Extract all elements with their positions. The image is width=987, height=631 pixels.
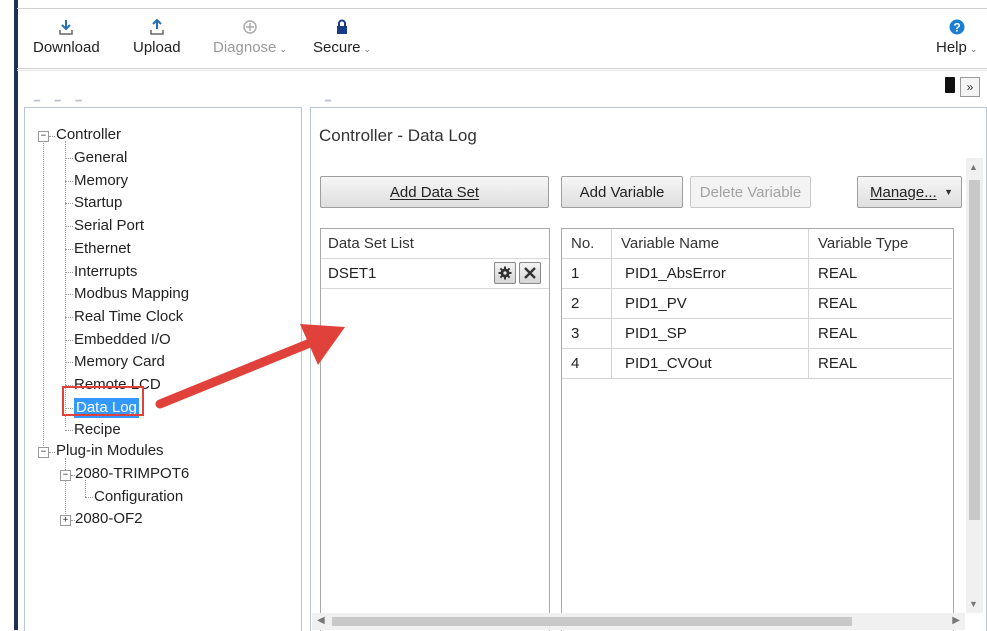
- toolbar-divider: [17, 68, 987, 69]
- horizontal-scrollbar[interactable]: ◀ ▶: [312, 613, 965, 630]
- data-set-list: Data Set List DSET1: [320, 228, 550, 631]
- help-icon: ?: [949, 18, 965, 36]
- cell-no[interactable]: 2: [562, 288, 612, 319]
- tree-node-memory[interactable]: Memory: [74, 171, 128, 191]
- add-variable-label: Add Variable: [579, 183, 665, 201]
- add-variable-button[interactable]: Add Variable: [561, 176, 683, 208]
- manage-label: Manage...: [870, 183, 937, 201]
- panel-grip-icon[interactable]: ━: [325, 96, 337, 107]
- table-row[interactable]: 3 PID1_SP REAL: [562, 318, 952, 349]
- cell-variable-name[interactable]: PID1_PV: [611, 288, 809, 319]
- add-data-set-label: Add Data Set: [389, 183, 480, 201]
- data-set-name: DSET1: [328, 265, 377, 282]
- panel-grip-icon[interactable]: ━ ━ ━: [34, 96, 88, 107]
- tree-node-modbus-mapping[interactable]: Modbus Mapping: [74, 284, 189, 304]
- upload-label: Upload: [133, 39, 181, 56]
- diagnose-label: Diagnose: [213, 39, 277, 56]
- pin-icon[interactable]: [945, 77, 955, 93]
- column-header-no[interactable]: No.: [562, 229, 612, 259]
- window-left-edge: [0, 0, 18, 630]
- tree-node-serial-port[interactable]: Serial Port: [74, 216, 144, 236]
- chevron-down-icon: ⌄: [363, 44, 372, 54]
- top-border: [17, 8, 987, 9]
- secure-menu[interactable]: Secure ⌄: [313, 18, 371, 56]
- svg-text:?: ?: [953, 21, 960, 35]
- tree-node-ethernet[interactable]: Ethernet: [74, 239, 131, 259]
- tree-node-interrupts[interactable]: Interrupts: [74, 262, 137, 282]
- table-header-row: No. Variable Name Variable Type: [562, 229, 952, 259]
- tree-node-2080-of2[interactable]: 2080-OF2: [75, 509, 143, 529]
- tree-node-real-time-clock[interactable]: Real Time Clock: [74, 307, 183, 327]
- delete-variable-button[interactable]: Delete Variable: [690, 176, 811, 208]
- dock-controls: »: [945, 77, 980, 97]
- download-button[interactable]: Download: [33, 18, 100, 56]
- tree-node-general[interactable]: General: [74, 148, 127, 168]
- cell-variable-name[interactable]: PID1_CVOut: [611, 348, 809, 379]
- scroll-right-icon[interactable]: ▶: [952, 615, 960, 626]
- help-label: Help: [936, 39, 967, 56]
- toolbar-divider: [17, 70, 987, 71]
- highlight-box: [62, 386, 144, 416]
- cell-no[interactable]: 4: [562, 348, 612, 379]
- chevron-down-icon: ⌄: [279, 44, 287, 54]
- table-row[interactable]: 2 PID1_PV REAL: [562, 288, 952, 319]
- project-tree: − Controller General Memory Startup Serial …: [24, 107, 302, 631]
- upload-icon: [150, 18, 164, 36]
- add-data-set-button[interactable]: Add Data Set: [320, 176, 549, 208]
- help-menu[interactable]: ? Help ⌄: [936, 18, 977, 56]
- chevron-down-icon: ⌄: [969, 44, 978, 54]
- tree-node-startup[interactable]: Startup: [74, 193, 122, 213]
- cell-no[interactable]: 1: [562, 258, 612, 289]
- page-title: Controller - Data Log: [319, 126, 477, 145]
- table-row[interactable]: 1 PID1_AbsError REAL: [562, 258, 952, 289]
- data-set-list-header: Data Set List: [321, 229, 549, 259]
- column-header-variable-name[interactable]: Variable Name: [611, 229, 809, 259]
- scroll-up-icon[interactable]: ▲: [969, 162, 978, 172]
- dropdown-arrow-icon: ▼: [944, 187, 953, 197]
- close-icon[interactable]: [519, 262, 541, 284]
- upload-button[interactable]: Upload: [133, 18, 181, 56]
- scroll-thumb[interactable]: [969, 180, 980, 520]
- download-label: Download: [33, 39, 100, 56]
- cell-variable-name[interactable]: PID1_AbsError: [611, 258, 809, 289]
- diagnose-menu[interactable]: Diagnose ⌄: [213, 18, 287, 56]
- delete-variable-label: Delete Variable: [699, 183, 802, 201]
- scroll-thumb[interactable]: [332, 617, 852, 626]
- tree-node-configuration[interactable]: Configuration: [94, 487, 183, 507]
- scroll-left-icon[interactable]: ◀: [317, 615, 325, 626]
- collapse-icon[interactable]: −: [38, 447, 49, 458]
- manage-dropdown[interactable]: Manage... ▼: [857, 176, 962, 208]
- collapse-icon[interactable]: −: [60, 470, 71, 481]
- collapse-toolbar-icon[interactable]: »: [960, 77, 980, 97]
- secure-label: Secure: [313, 39, 361, 56]
- cell-variable-type[interactable]: REAL: [808, 348, 952, 379]
- tree-node-2080-trimpot6[interactable]: 2080-TRIMPOT6: [75, 464, 189, 484]
- list-item[interactable]: DSET1: [321, 259, 549, 289]
- tree-node-memory-card[interactable]: Memory Card: [74, 352, 165, 372]
- cell-variable-type[interactable]: REAL: [808, 288, 952, 319]
- lock-icon: [336, 18, 348, 36]
- download-icon: [59, 18, 74, 36]
- expand-icon[interactable]: +: [60, 515, 71, 526]
- cell-no[interactable]: 3: [562, 318, 612, 349]
- vertical-scrollbar[interactable]: ▲ ▼: [966, 158, 983, 613]
- diagnose-icon: [242, 18, 258, 36]
- tree-node-embedded-i-o[interactable]: Embedded I/O: [74, 330, 171, 350]
- table-row[interactable]: 4 PID1_CVOut REAL: [562, 348, 952, 379]
- gear-icon[interactable]: [494, 262, 516, 284]
- cell-variable-name[interactable]: PID1_SP: [611, 318, 809, 349]
- column-header-variable-type[interactable]: Variable Type: [808, 229, 952, 259]
- cell-variable-type[interactable]: REAL: [808, 258, 952, 289]
- cell-variable-type[interactable]: REAL: [808, 318, 952, 349]
- variable-table: No. Variable Name Variable Type 1 PID1_Ab…: [561, 228, 954, 631]
- tree-node-plugin-modules[interactable]: Plug-in Modules: [56, 441, 164, 461]
- scroll-down-icon[interactable]: ▼: [969, 599, 978, 609]
- tree-node-recipe[interactable]: Recipe: [74, 420, 121, 440]
